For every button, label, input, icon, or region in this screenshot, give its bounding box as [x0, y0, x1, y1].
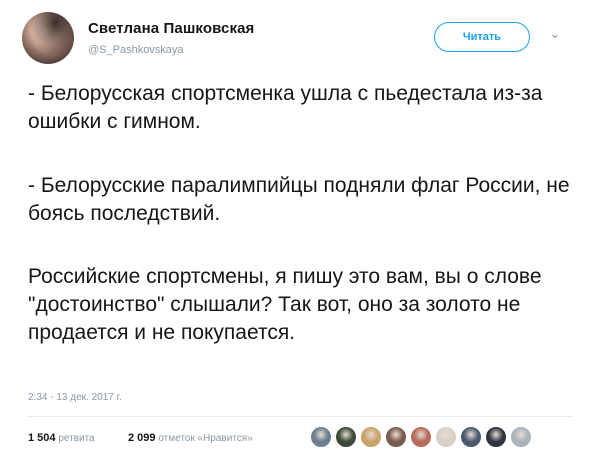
retweets-count: 1 504	[28, 432, 56, 444]
liker-avatar[interactable]	[335, 426, 357, 448]
liker-avatar[interactable]	[435, 426, 457, 448]
divider	[28, 416, 573, 417]
tweet-paragraph: - Белорусская спортсменка ушла с пьедест…	[28, 82, 543, 133]
tweet-paragraph: - Белорусские паралимпийцы подняли флаг …	[28, 174, 570, 225]
follow-button[interactable]: Читать	[434, 22, 530, 52]
liker-avatar[interactable]	[510, 426, 532, 448]
retweets-label: ретвита	[58, 433, 95, 444]
liker-avatar[interactable]	[310, 426, 332, 448]
liker-avatar[interactable]	[485, 426, 507, 448]
likes-label: отметок «Нравится»	[158, 433, 253, 444]
author-display-name[interactable]: Светлана Пашковская	[88, 20, 254, 37]
chevron-down-icon[interactable]: ⌄	[548, 27, 562, 41]
likes-stat[interactable]: 2 099 отметок «Нравится»	[128, 432, 253, 444]
retweets-stat[interactable]: 1 504 ретвита	[28, 432, 95, 444]
author-avatar[interactable]	[22, 12, 74, 64]
tweet-paragraph: Российские спортсмены, я пишу это вам, в…	[28, 265, 542, 344]
liker-avatar[interactable]	[385, 426, 407, 448]
tweet-timestamp[interactable]: 2:34 - 13 дек. 2017 г.	[28, 392, 122, 403]
liker-avatar[interactable]	[410, 426, 432, 448]
liker-avatar[interactable]	[460, 426, 482, 448]
likes-count: 2 099	[128, 432, 156, 444]
liker-avatar[interactable]	[360, 426, 382, 448]
tweet-header: Светлана Пашковская @S_Pashkovskaya Чита…	[0, 0, 600, 70]
author-handle[interactable]: @S_Pashkovskaya	[88, 44, 184, 56]
